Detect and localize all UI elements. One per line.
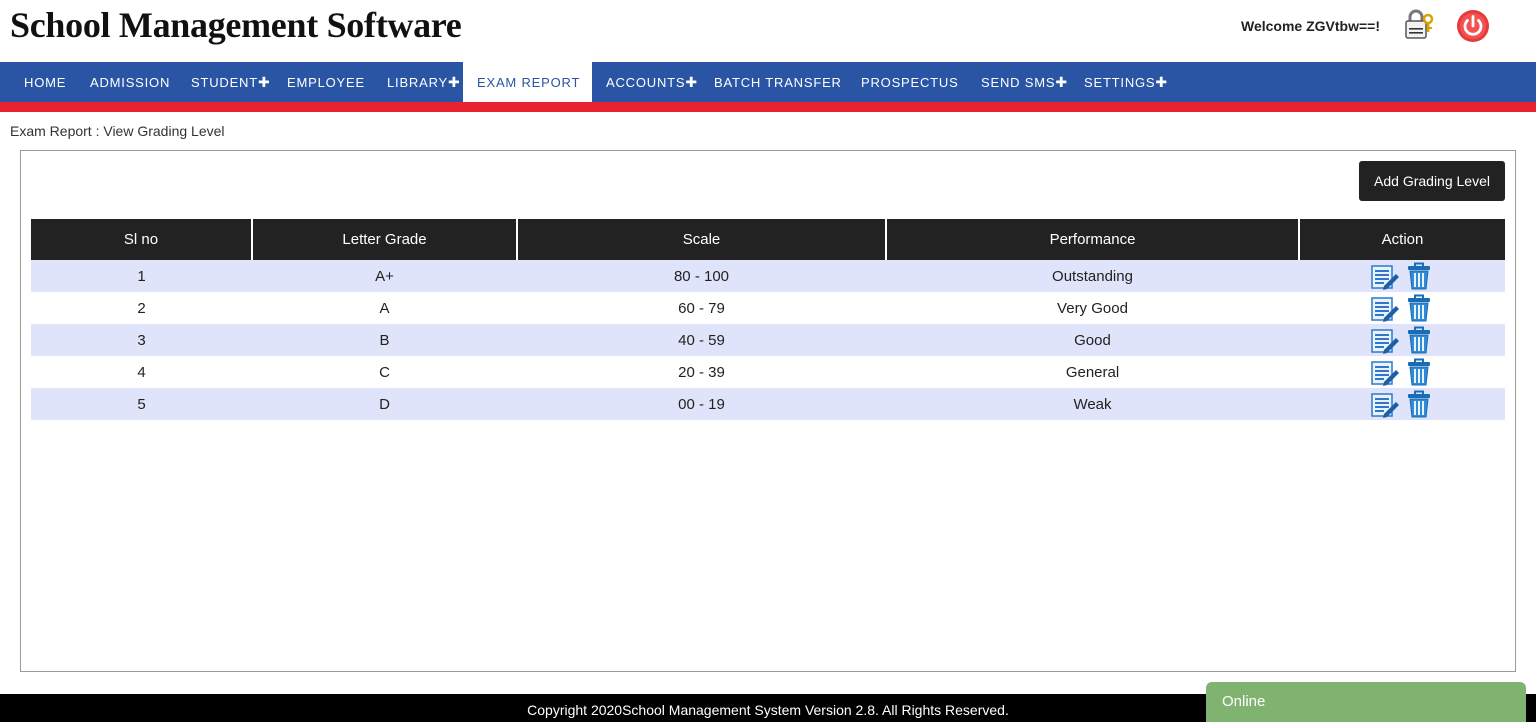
cell-scale: 20 - 39 xyxy=(517,356,886,388)
cell-sl-no: 2 xyxy=(31,292,252,324)
edit-icon[interactable] xyxy=(1370,357,1400,387)
table-row: 1 A+ 80 - 100 Outstanding xyxy=(31,260,1505,292)
cell-performance: Very Good xyxy=(886,292,1299,324)
nav-admission[interactable]: ADMISSION xyxy=(90,62,170,102)
column-header: Scale xyxy=(517,219,887,260)
nav-batch-transfer[interactable]: BATCH TRANSFER xyxy=(714,62,842,102)
expand-plus-icon: ✚ xyxy=(1155,74,1168,90)
grading-level-panel: Add Grading Level Sl no Letter Grade Sca… xyxy=(20,150,1516,672)
cell-letter-grade: A xyxy=(252,292,517,324)
table-row: 5 D 00 - 19 Weak xyxy=(31,388,1505,420)
welcome-text: Welcome ZGVtbw==! xyxy=(1241,18,1380,34)
main-nav: HOME ADMISSION STUDENT✚ EMPLOYEE LIBRARY… xyxy=(0,62,1536,102)
nav-home[interactable]: HOME xyxy=(24,62,66,102)
nav-exam-report[interactable]: EXAM REPORT xyxy=(463,62,592,102)
change-password-icon[interactable] xyxy=(1400,8,1436,42)
nav-library[interactable]: LIBRARY✚ xyxy=(387,62,461,102)
table-row: 3 B 40 - 59 Good xyxy=(31,324,1505,356)
cell-sl-no: 5 xyxy=(31,388,252,420)
edit-icon[interactable] xyxy=(1370,389,1400,419)
grading-table: Sl no Letter Grade Scale Performance Act… xyxy=(31,219,1505,420)
column-header: Performance xyxy=(886,219,1300,260)
cell-letter-grade: D xyxy=(252,388,517,420)
chat-online-widget[interactable]: Online xyxy=(1206,682,1526,722)
delete-icon[interactable] xyxy=(1404,357,1434,387)
cell-letter-grade: A+ xyxy=(252,260,517,292)
cell-action xyxy=(1299,388,1505,420)
cell-performance: Outstanding xyxy=(886,260,1299,292)
cell-scale: 00 - 19 xyxy=(517,388,886,420)
cell-scale: 40 - 59 xyxy=(517,324,886,356)
cell-scale: 80 - 100 xyxy=(517,260,886,292)
cell-sl-no: 3 xyxy=(31,324,252,356)
row-actions xyxy=(1370,389,1434,419)
cell-letter-grade: C xyxy=(252,356,517,388)
expand-plus-icon: ✚ xyxy=(1055,74,1068,90)
edit-icon[interactable] xyxy=(1370,325,1400,355)
cell-letter-grade: B xyxy=(252,324,517,356)
delete-icon[interactable] xyxy=(1404,325,1434,355)
nav-accounts[interactable]: ACCOUNTS✚ xyxy=(606,62,698,102)
delete-icon[interactable] xyxy=(1404,389,1434,419)
edit-icon[interactable] xyxy=(1370,293,1400,323)
logout-power-icon[interactable] xyxy=(1456,9,1490,43)
nav-employee[interactable]: EMPLOYEE xyxy=(287,62,365,102)
table-header-row: Sl no Letter Grade Scale Performance Act… xyxy=(31,219,1505,260)
expand-plus-icon: ✚ xyxy=(258,74,271,90)
expand-plus-icon: ✚ xyxy=(685,74,698,90)
row-actions xyxy=(1370,293,1434,323)
column-header: Letter Grade xyxy=(252,219,518,260)
delete-icon[interactable] xyxy=(1404,261,1434,291)
cell-performance: General xyxy=(886,356,1299,388)
cell-action xyxy=(1299,260,1505,292)
breadcrumb: Exam Report : View Grading Level xyxy=(10,123,225,139)
nav-prospectus[interactable]: PROSPECTUS xyxy=(861,62,959,102)
header: School Management Software Welcome ZGVtb… xyxy=(0,0,1536,62)
column-header: Action xyxy=(1299,219,1505,260)
cell-performance: Weak xyxy=(886,388,1299,420)
cell-action xyxy=(1299,292,1505,324)
add-grading-level-button[interactable]: Add Grading Level xyxy=(1359,161,1505,201)
nav-settings[interactable]: SETTINGS✚ xyxy=(1084,62,1168,102)
row-actions xyxy=(1370,325,1434,355)
site-title: School Management Software xyxy=(10,5,462,45)
nav-send-sms[interactable]: SEND SMS✚ xyxy=(981,62,1068,102)
table-row: 4 C 20 - 39 General xyxy=(31,356,1505,388)
cell-sl-no: 4 xyxy=(31,356,252,388)
cell-scale: 60 - 79 xyxy=(517,292,886,324)
row-actions xyxy=(1370,357,1434,387)
expand-plus-icon: ✚ xyxy=(448,74,461,90)
nav-student[interactable]: STUDENT✚ xyxy=(191,62,271,102)
cell-performance: Good xyxy=(886,324,1299,356)
delete-icon[interactable] xyxy=(1404,293,1434,323)
nav-red-stripe xyxy=(0,102,1536,112)
table-row: 2 A 60 - 79 Very Good xyxy=(31,292,1505,324)
cell-action xyxy=(1299,356,1505,388)
edit-icon[interactable] xyxy=(1370,261,1400,291)
cell-action xyxy=(1299,324,1505,356)
column-header: Sl no xyxy=(31,219,253,260)
cell-sl-no: 1 xyxy=(31,260,252,292)
row-actions xyxy=(1370,261,1434,291)
